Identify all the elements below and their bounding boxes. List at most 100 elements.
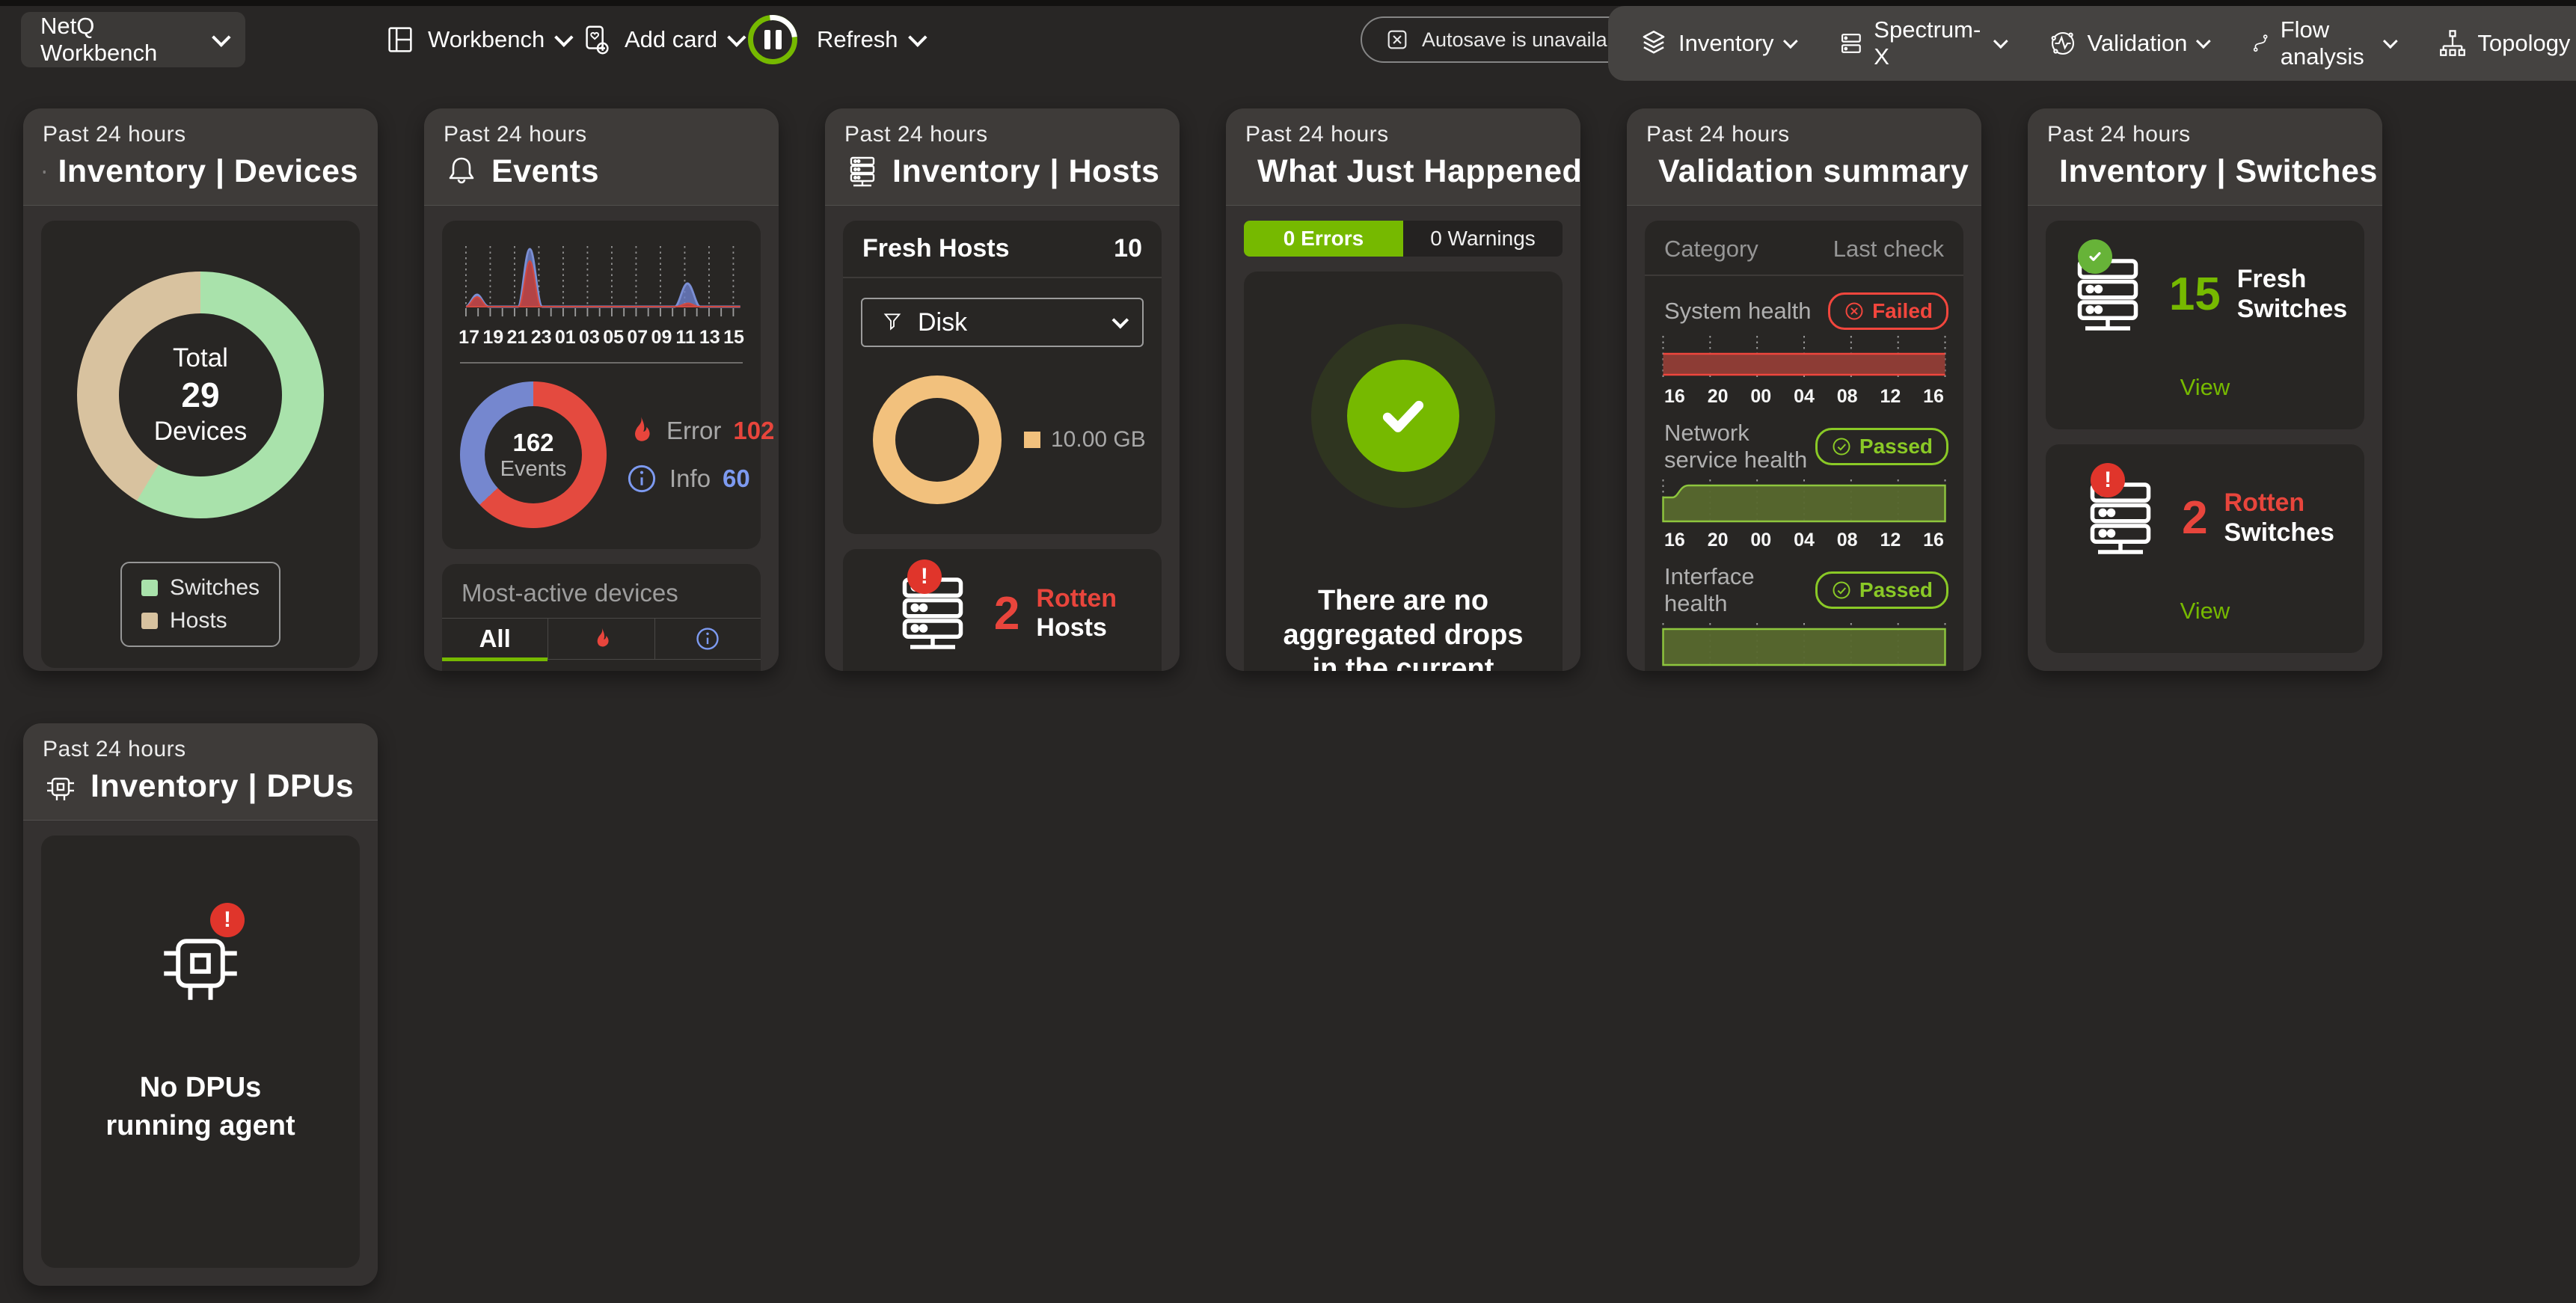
switches-swatch <box>141 580 158 596</box>
bell-icon <box>444 154 479 190</box>
server-stack-icon <box>1837 28 1865 59</box>
add-card-menu[interactable]: Add card <box>580 12 741 67</box>
refresh-menu-label: Refresh <box>817 26 898 53</box>
events-legend: Error 102 Info 60 <box>626 415 774 494</box>
nav-item-validation[interactable]: Validation <box>2047 28 2207 59</box>
donut-center-top: Total <box>173 343 228 373</box>
card-header: Past 24 hours Events <box>424 108 779 206</box>
workbench-icon <box>383 22 417 57</box>
nav-item-flow-analysis[interactable]: Flow analysis <box>2250 16 2393 70</box>
devices-legend: Switches Hosts <box>120 562 280 647</box>
metric-select[interactable]: Disk <box>861 298 1144 347</box>
fresh-hosts-panel: Fresh Hosts 10 Disk 10.00 GB <box>843 221 1162 534</box>
autosave-unavailable-icon <box>1384 27 1410 52</box>
wjh-error-warning-toggle: 0 Errors 0 Warnings <box>1244 221 1563 257</box>
nav-item-spectrum-x[interactable]: Spectrum-X <box>1837 16 2004 70</box>
status-badge: Failed <box>1828 292 1948 330</box>
globe-pulse-icon <box>2047 28 2079 59</box>
tab-info[interactable] <box>655 619 761 659</box>
validation-row-system-health: System health Failed <box>1645 276 1963 330</box>
errors-toggle-button[interactable]: 0 Errors <box>1244 221 1403 257</box>
timeframe-label: Past 24 hours <box>43 122 358 147</box>
fresh-hosts-count: 10 <box>1114 234 1142 263</box>
alert-badge-icon <box>2091 463 2125 497</box>
view-rotten-switches-link[interactable]: View <box>2180 598 2230 625</box>
nav-item-inventory[interactable]: Inventory <box>1638 28 1794 59</box>
check-circle-icon <box>1831 436 1852 457</box>
dpus-empty-message: No DPUs running agent <box>105 1069 296 1146</box>
card-inventory-switches: Past 24 hours Inventory | Switches <box>2028 108 2382 671</box>
rack-cabinet-icon <box>43 154 46 190</box>
card-validation-summary: Past 24 hours Validation summary Categor… <box>1627 108 1981 671</box>
nav-item-label: Topology <box>2477 30 2570 57</box>
add-card-icon <box>580 22 614 57</box>
nav-item-label: Validation <box>2088 30 2188 57</box>
tab-errors[interactable] <box>548 619 654 659</box>
disk-swatch <box>1024 432 1040 448</box>
validation-row-interface-health: Interface health Passed <box>1645 551 1963 617</box>
wjh-empty-message: There are no aggregated drops in the cur… <box>1270 584 1536 671</box>
timeframe-label: Past 24 hours <box>444 122 759 147</box>
fresh-hosts-label: Fresh Hosts <box>862 234 1010 263</box>
donut-center-value: 29 <box>181 375 219 415</box>
rotten-hosts-icon <box>888 568 978 658</box>
window-top-edge <box>0 0 2576 6</box>
rotten-word: Rotten <box>2224 488 2334 518</box>
flame-icon <box>626 415 654 447</box>
most-active-devices-title: Most-active devices <box>442 564 761 618</box>
disk-donut-chart <box>873 375 1002 504</box>
chevron-down-icon <box>2383 34 2398 49</box>
timeframe-label: Past 24 hours <box>43 737 358 762</box>
chevron-down-icon <box>1782 34 1797 49</box>
validation-row-network-service-health: Network service health Passed <box>1645 408 1963 473</box>
legend-item-info: Info 60 <box>626 463 774 494</box>
check-circle-icon <box>1831 580 1852 601</box>
timeframe-label: Past 24 hours <box>2047 122 2363 147</box>
donut-center-value: 162 <box>512 429 553 457</box>
card-title: Events <box>491 153 599 190</box>
nav-item-topology[interactable]: Topology <box>2437 28 2576 59</box>
dpu-chip-icon <box>43 769 79 805</box>
chevron-down-icon <box>2196 34 2211 49</box>
refresh-pause-icon[interactable] <box>748 15 797 64</box>
card-title: Inventory | Devices <box>58 153 358 190</box>
card-inventory-hosts: Past 24 hours Inventory | Hosts Fresh Ho… <box>825 108 1180 671</box>
tab-all[interactable]: All <box>442 619 548 659</box>
donut-center-label: Events <box>500 457 567 482</box>
timeframe-label: Past 24 hours <box>844 122 1160 147</box>
switches-word: Switches <box>2224 518 2334 548</box>
workspace-selector-label: NetQ Workbench <box>40 13 212 67</box>
card-events: Past 24 hours Events <box>424 108 779 671</box>
route-icon <box>2250 28 2271 59</box>
nav-item-label: Flow analysis <box>2281 16 2375 70</box>
metric-select-value: Disk <box>918 308 1099 337</box>
card-header: Past 24 hours Validation summary <box>1627 108 1981 206</box>
card-what-just-happened: Past 24 hours What Just Happened 0 Error… <box>1226 108 1580 671</box>
legend-item-switches: Switches <box>141 575 260 601</box>
workbench-menu[interactable]: Workbench <box>383 12 568 67</box>
dpu-icon <box>152 915 249 1012</box>
chevron-down-icon <box>727 28 746 46</box>
rotten-hosts-count: 2 <box>994 587 1019 640</box>
wjh-status-panel: There are no aggregated drops in the cur… <box>1244 272 1563 671</box>
card-header: Past 24 hours Inventory | Hosts <box>825 108 1180 206</box>
chevron-down-icon <box>1993 34 2008 49</box>
card-inventory-dpus: Past 24 hours Inventory | DPUs N <box>23 723 378 1286</box>
validation-table-panel: Category Last check System health Failed <box>1645 221 1963 671</box>
workspace-selector[interactable]: NetQ Workbench <box>21 12 245 67</box>
refresh-menu[interactable]: Refresh <box>748 12 922 67</box>
rotten-word: Rotten <box>1036 584 1117 613</box>
alert-badge-icon <box>210 903 245 937</box>
view-fresh-switches-link[interactable]: View <box>2180 374 2230 401</box>
chevron-down-icon <box>212 28 230 46</box>
chevron-down-icon <box>908 28 927 46</box>
topology-tree-icon <box>2437 28 2468 59</box>
events-timeline-chart <box>456 239 747 325</box>
global-nav: Inventory Spectrum-X Validation Flo <box>1608 6 2576 81</box>
interface-health-chart: 1620 0004 0812 16 <box>1645 617 1963 671</box>
x-circle-icon <box>1844 301 1865 322</box>
warnings-toggle-button[interactable]: 0 Warnings <box>1403 221 1563 257</box>
info-circle-icon <box>695 626 720 652</box>
card-header: Past 24 hours What Just Happened <box>1226 108 1580 206</box>
autosave-status-label: Autosave is unavailable <box>1422 28 1634 52</box>
